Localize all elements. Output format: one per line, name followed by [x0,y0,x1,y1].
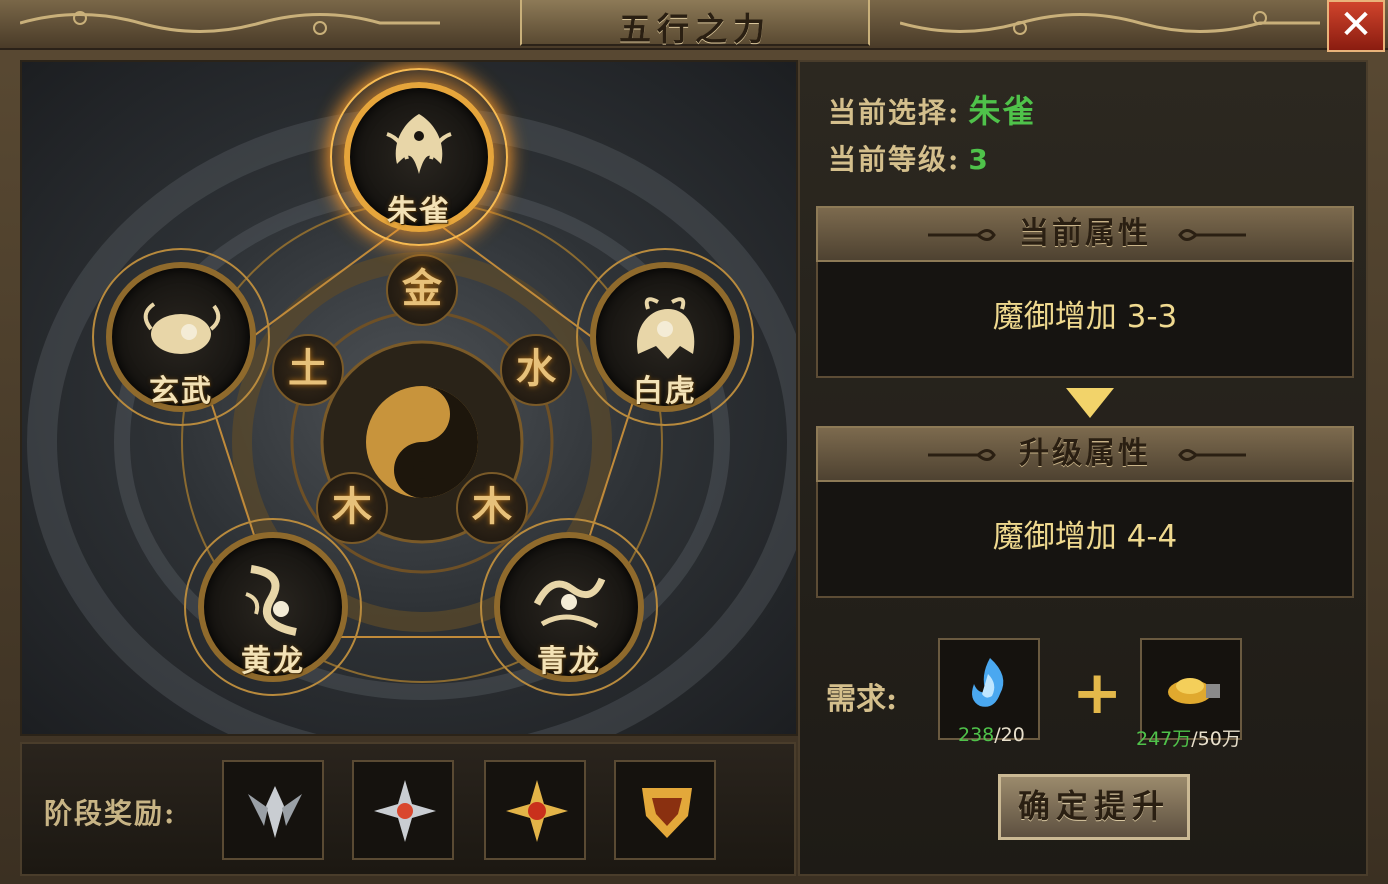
tortoise-icon [143,302,221,354]
title-ornament-left-icon [20,11,440,35]
beast-label: 黄龙 [241,644,305,679]
beast-xuanwu[interactable]: 玄武 [92,248,270,426]
title-bar[interactable]: 五行之力 [0,0,1388,50]
tiger-icon [637,297,695,359]
silver-wings-badge-icon [248,786,302,838]
earth-element-icon[interactable]: 土 [272,334,344,406]
stage-rewards-bar: 阶段奖励: [20,742,796,876]
requirement-count-crystal: 238/20 [958,724,1025,746]
wood-element-icon[interactable]: 木 [316,472,388,544]
scroll-ornament-icon [928,449,996,461]
scroll-ornament-icon [1178,229,1246,241]
plus-icon: + [1072,658,1123,728]
current-attributes-header: 当前属性 [816,206,1354,262]
gold-crest-badge-icon [642,788,692,838]
close-button[interactable]: ✕ [1327,0,1385,52]
stage-rewards-label: 阶段奖励: [44,797,177,830]
current-level-row: 当前等级: 3 [828,138,990,178]
beast-huanglong[interactable]: 黄龙 [184,518,362,696]
metal-element-icon[interactable]: 金 [386,254,458,326]
gold-ingot-icon [1168,678,1220,704]
phoenix-icon [386,114,452,174]
current-level-value: 3 [968,143,990,176]
current-selection-label: 当前选择: [828,96,961,129]
reward-slot-4[interactable] [614,760,716,860]
upgrade-attribute-text: 魔御增加 4-4 [992,519,1178,555]
requirements-label: 需求: [826,682,898,717]
blue-flame-crystal-icon [972,658,1004,707]
water-element-icon[interactable]: 水 [500,334,572,406]
window-title: 五行之力 [618,10,771,48]
scroll-ornament-icon [928,229,996,241]
title-plate: 五行之力 [520,0,870,48]
beast-zhuque[interactable]: 朱雀 [330,68,508,246]
yellow-dragon-icon [245,565,297,636]
yin-yang-icon [366,386,478,498]
down-arrow-icon [1066,388,1114,418]
gold-star-badge-icon [506,780,568,842]
requirement-count-gold: 247万/50万 [1136,728,1241,750]
confirm-upgrade-button[interactable]: 确定提升 [998,774,1190,840]
current-level-label: 当前等级: [828,143,961,176]
attribute-panel: 当前选择: 朱雀 当前等级: 3 当前属性 魔御增加 3-3 升级属性 魔御增加 4… [798,60,1368,876]
reward-slot-3[interactable] [484,760,586,860]
reward-slot-1[interactable] [222,760,324,860]
scroll-ornament-icon [1178,449,1246,461]
close-icon: ✕ [1339,2,1373,48]
current-attributes-body: 魔御增加 3-3 [816,262,1354,378]
silver-star-badge-icon [374,780,436,842]
beast-label: 玄武 [149,374,213,409]
beast-qinglong[interactable]: 青龙 [480,518,658,696]
title-ornament-right-icon [900,11,1320,35]
current-selection-value: 朱雀 [968,92,1037,130]
current-attribute-text: 魔御增加 3-3 [992,299,1178,335]
current-selection-row: 当前选择: 朱雀 [828,86,1036,132]
azure-dragon-icon [533,577,606,629]
five-elements-window: 五行之力 ✕ 金 水 木 木 土 朱雀 白虎 青龙 黄龙 玄武 阶段奖励: 当前… [0,0,1388,884]
upgrade-attributes-header: 升级属性 [816,426,1354,482]
beast-label: 青龙 [537,644,601,679]
reward-slot-2[interactable] [352,760,454,860]
upgrade-attributes-body: 魔御增加 4-4 [816,482,1354,598]
beast-baihu[interactable]: 白虎 [576,248,754,426]
beast-label: 朱雀 [387,194,451,229]
five-elements-diagram: 金 水 木 木 土 朱雀 白虎 青龙 黄龙 玄武 [20,60,798,736]
beast-label: 白虎 [633,374,697,409]
